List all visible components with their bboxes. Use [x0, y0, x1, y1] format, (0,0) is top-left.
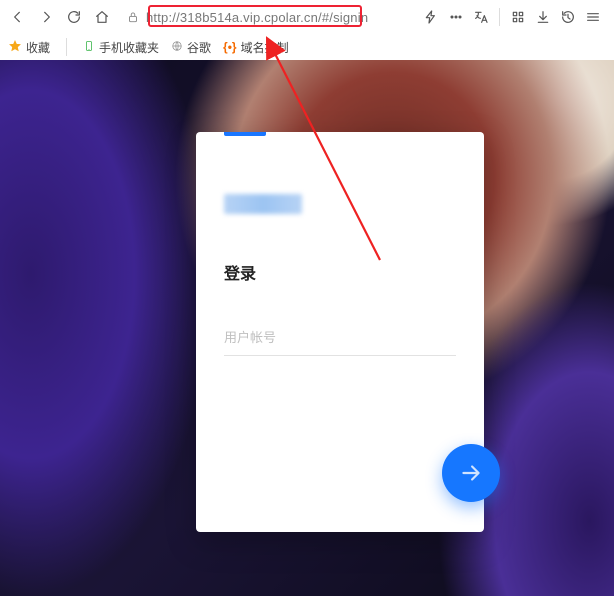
translate-button[interactable]: [470, 5, 492, 29]
brand-logo-blurred: [224, 194, 302, 214]
bookmark-mobile[interactable]: 手机收藏夹: [83, 39, 159, 56]
dots-icon: [448, 9, 464, 25]
phone-icon: [83, 40, 95, 55]
lightning-icon: [423, 9, 439, 25]
toolbar-separator: [499, 8, 500, 26]
page-background: 登录: [0, 60, 614, 596]
home-button[interactable]: [90, 5, 114, 29]
menu-button[interactable]: [582, 5, 604, 29]
globe-icon: [171, 40, 183, 55]
url-text: http://318b514a.vip.cpolar.cn/#/signin: [146, 10, 368, 25]
arrow-left-icon: [10, 9, 26, 25]
reload-icon: [66, 9, 82, 25]
submit-button[interactable]: [442, 444, 500, 502]
bookmark-label: 谷歌: [187, 39, 211, 56]
apps-button[interactable]: [507, 5, 529, 29]
signin-title: 登录: [224, 260, 456, 284]
bookmark-google[interactable]: 谷歌: [171, 39, 211, 56]
more-button[interactable]: [445, 5, 467, 29]
browser-chrome: http://318b514a.vip.cpolar.cn/#/signin: [0, 0, 614, 60]
signin-card: 登录: [196, 132, 484, 532]
bookmark-label: 域名控制: [241, 39, 289, 56]
home-icon: [94, 9, 110, 25]
address-bar[interactable]: http://318b514a.vip.cpolar.cn/#/signin: [118, 4, 416, 30]
star-icon: [8, 39, 22, 56]
username-field: [224, 324, 456, 356]
browser-toolbar: http://318b514a.vip.cpolar.cn/#/signin: [0, 0, 614, 34]
site-security-icon: [126, 10, 140, 24]
download-icon: [535, 9, 551, 25]
arrow-right-icon: [458, 460, 484, 486]
brackets-icon: {•}: [223, 40, 237, 54]
grid-icon: [510, 9, 526, 25]
toolbar-right: [420, 5, 608, 29]
flash-button[interactable]: [420, 5, 442, 29]
bookmark-favorites[interactable]: 收藏: [8, 39, 50, 56]
history-button[interactable]: [557, 5, 579, 29]
forward-button[interactable]: [34, 5, 58, 29]
translate-icon: [473, 9, 489, 25]
reload-button[interactable]: [62, 5, 86, 29]
back-button[interactable]: [6, 5, 30, 29]
history-icon: [560, 9, 576, 25]
bookmarks-bar: 收藏 手机收藏夹 谷歌 {•} 域名控制: [0, 34, 614, 60]
arrow-right-icon: [38, 9, 54, 25]
bookmark-label: 收藏: [26, 39, 50, 56]
bookmark-label: 手机收藏夹: [99, 39, 159, 56]
username-input[interactable]: [224, 324, 456, 356]
active-tab-indicator: [224, 132, 266, 136]
bookmark-domain[interactable]: {•} 域名控制: [223, 39, 289, 56]
bookmarks-separator: [66, 38, 67, 56]
download-button[interactable]: [532, 5, 554, 29]
hamburger-icon: [585, 9, 601, 25]
